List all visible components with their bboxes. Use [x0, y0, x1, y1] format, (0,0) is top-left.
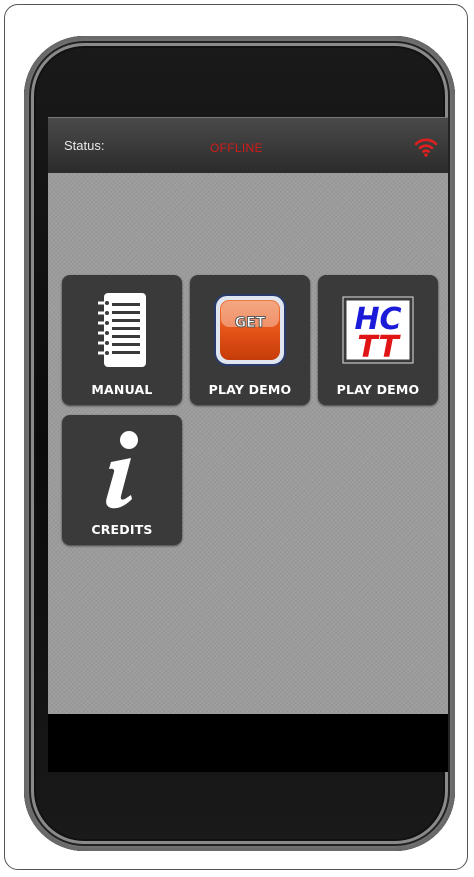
tile-label: PLAY DEMO: [336, 382, 420, 397]
tile-play-demo-hctt[interactable]: HC TT PLAY DEMO: [318, 275, 438, 405]
hctt-bottom-text: TT: [357, 330, 401, 365]
tile-play-demo-get[interactable]: GET PLAY DEMO: [190, 275, 310, 405]
wifi-icon: [414, 138, 438, 157]
status-label: Status:: [64, 138, 105, 153]
get-icon-text: GET: [235, 315, 266, 331]
get-game-icon: GET: [190, 287, 310, 373]
notebook-icon: [62, 287, 182, 373]
bottom-bar: [48, 714, 448, 772]
status-value: OFFLINE: [210, 141, 263, 155]
tile-label: MANUAL: [91, 382, 153, 397]
tile-label: CREDITS: [91, 522, 153, 537]
app-screen: Status: OFFLINE MANUAL GET PLAY DEMO HC …: [48, 117, 448, 772]
tile-credits[interactable]: CREDITS: [62, 415, 182, 545]
status-bar: Status: OFFLINE: [48, 117, 448, 173]
info-icon: [62, 427, 182, 513]
hctt-game-icon: HC TT: [318, 287, 438, 373]
tile-label: PLAY DEMO: [208, 382, 292, 397]
tile-manual[interactable]: MANUAL: [62, 275, 182, 405]
